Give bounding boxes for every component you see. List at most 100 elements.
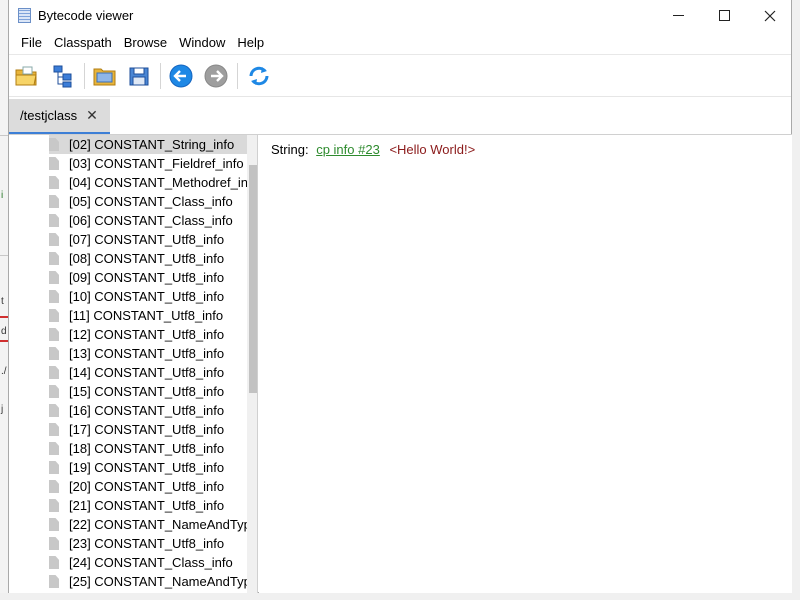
tree-item-label: [03] CONSTANT_Fieldref_info <box>69 156 244 171</box>
menu-help[interactable]: Help <box>231 35 270 50</box>
tree-item-label: [16] CONSTANT_Utf8_info <box>69 403 225 418</box>
tab-close-icon[interactable]: ✕ <box>86 107 98 124</box>
tree-item-label: [11] CONSTANT_Utf8_info <box>69 308 224 323</box>
tree-item-label: [23] CONSTANT_Utf8_info <box>69 536 225 551</box>
file-icon <box>49 442 59 455</box>
toolbar <box>9 55 791 97</box>
tree-item[interactable]: [04] CONSTANT_Methodref_info <box>49 173 247 192</box>
forward-button[interactable] <box>202 63 230 89</box>
file-icon <box>49 252 59 265</box>
background-text-fragment: t <box>1 296 4 307</box>
toolbar-separator <box>237 63 238 89</box>
minimize-icon <box>672 15 684 16</box>
menu-file[interactable]: File <box>15 35 48 50</box>
scrollbar-thumb[interactable] <box>249 165 257 393</box>
file-icon <box>49 157 59 170</box>
cp-info-link[interactable]: cp info #23 <box>316 142 380 157</box>
file-icon <box>49 290 59 303</box>
file-icon <box>49 195 59 208</box>
tree-item-label: [17] CONSTANT_Utf8_info <box>69 422 225 437</box>
save-button[interactable] <box>125 63 153 89</box>
tree-item-label: [07] CONSTANT_Utf8_info <box>69 232 225 247</box>
file-icon <box>49 347 59 360</box>
tree-item-label: [22] CONSTANT_NameAndType_info <box>69 517 247 532</box>
open-classpath-icon <box>93 68 116 86</box>
forward-icon <box>204 64 228 88</box>
background-text-fragment: d <box>1 326 7 337</box>
tree-item[interactable]: [10] CONSTANT_Utf8_info <box>49 287 247 306</box>
tree-item[interactable]: [09] CONSTANT_Utf8_info <box>49 268 247 287</box>
tree-item[interactable]: [05] CONSTANT_Class_info <box>49 192 247 211</box>
back-button[interactable] <box>167 63 195 89</box>
tree-item[interactable]: [25] CONSTANT_NameAndType_info <box>49 572 247 591</box>
tree-item[interactable]: [17] CONSTANT_Utf8_info <box>49 420 247 439</box>
tree-item-label: [05] CONSTANT_Class_info <box>69 194 233 209</box>
menu-browse[interactable]: Browse <box>118 35 173 50</box>
tree-item[interactable]: [20] CONSTANT_Utf8_info <box>49 477 247 496</box>
file-icon <box>49 518 59 531</box>
bytecode-viewer-window: Bytecode viewer File Classpath Browse Wi… <box>8 0 793 593</box>
detail-panel: String: cp info #23 <Hello World!> <box>259 135 793 593</box>
tree-item-label: [25] CONSTANT_NameAndType_info <box>69 574 247 589</box>
maximize-button[interactable] <box>701 0 747 31</box>
tree-item[interactable]: [06] CONSTANT_Class_info <box>49 211 247 230</box>
tree-item[interactable]: [12] CONSTANT_Utf8_info <box>49 325 247 344</box>
open-folder-icon <box>15 66 37 86</box>
toolbar-separator <box>84 63 85 89</box>
tree-item[interactable]: [08] CONSTANT_Utf8_info <box>49 249 247 268</box>
window-title: Bytecode viewer <box>38 8 134 23</box>
tree-item[interactable]: [18] CONSTANT_Utf8_info <box>49 439 247 458</box>
tree-item[interactable]: [13] CONSTANT_Utf8_info <box>49 344 247 363</box>
tree-item-label: [20] CONSTANT_Utf8_info <box>69 479 225 494</box>
tree-item[interactable]: [22] CONSTANT_NameAndType_info <box>49 515 247 534</box>
tree-item-label: [13] CONSTANT_Utf8_info <box>69 346 225 361</box>
close-button[interactable] <box>747 0 793 31</box>
tab-bar: /testjclass ✕ <box>9 97 791 134</box>
save-icon <box>129 67 149 86</box>
title-bar[interactable]: Bytecode viewer <box>9 0 791 31</box>
toolbar-separator <box>160 63 161 89</box>
tree-scrollbar[interactable] <box>247 135 257 593</box>
desktop-edge <box>792 0 800 600</box>
tree-item[interactable]: [21] CONSTANT_Utf8_info <box>49 496 247 515</box>
menu-window[interactable]: Window <box>173 35 231 50</box>
file-icon <box>49 138 59 151</box>
tree-item[interactable]: [02] CONSTANT_String_info <box>49 135 247 154</box>
file-icon <box>49 271 59 284</box>
file-icon <box>49 328 59 341</box>
file-icon <box>49 575 59 588</box>
file-icon <box>49 461 59 474</box>
back-icon <box>169 64 193 88</box>
file-icon <box>49 556 59 569</box>
tree-item[interactable]: [14] CONSTANT_Utf8_info <box>49 363 247 382</box>
tab-testjclass[interactable]: /testjclass ✕ <box>9 99 110 134</box>
menu-classpath[interactable]: Classpath <box>48 35 118 50</box>
tree-item-label: [10] CONSTANT_Utf8_info <box>69 289 225 304</box>
tree-item[interactable]: [03] CONSTANT_Fieldref_info <box>49 154 247 173</box>
tree-item[interactable]: [11] CONSTANT_Utf8_info <box>49 306 247 325</box>
tree-item-label: [14] CONSTANT_Utf8_info <box>69 365 225 380</box>
minimize-button[interactable] <box>655 0 701 31</box>
tree-item-label: [08] CONSTANT_Utf8_info <box>69 251 225 266</box>
refresh-button[interactable] <box>245 63 273 89</box>
file-icon <box>49 537 59 550</box>
desktop-edge-bottom <box>0 593 800 600</box>
open-file-button[interactable] <box>13 63 41 89</box>
detail-line: String: cp info #23 <Hello World!> <box>271 142 475 157</box>
file-icon <box>49 214 59 227</box>
tree-item[interactable]: [15] CONSTANT_Utf8_info <box>49 382 247 401</box>
tree-item[interactable]: [24] CONSTANT_Class_info <box>49 553 247 572</box>
menu-bar: File Classpath Browse Window Help <box>9 31 791 55</box>
constant-pool-tree[interactable]: [02] CONSTANT_String_info [03] CONSTANT_F… <box>9 135 258 593</box>
tree-item-label: [24] CONSTANT_Class_info <box>69 555 233 570</box>
tree-item-label: [12] CONSTANT_Utf8_info <box>69 327 225 342</box>
tree-item[interactable]: [07] CONSTANT_Utf8_info <box>49 230 247 249</box>
app-icon <box>18 8 31 23</box>
tree-item-label: [21] CONSTANT_Utf8_info <box>69 498 225 513</box>
open-classpath-button[interactable] <box>91 63 119 89</box>
tree-item[interactable]: [23] CONSTANT_Utf8_info <box>49 534 247 553</box>
detail-label: String: <box>271 142 309 157</box>
tree-item[interactable]: [19] CONSTANT_Utf8_info <box>49 458 247 477</box>
tree-item[interactable]: [16] CONSTANT_Utf8_info <box>49 401 247 420</box>
hierarchy-button[interactable] <box>49 63 77 89</box>
